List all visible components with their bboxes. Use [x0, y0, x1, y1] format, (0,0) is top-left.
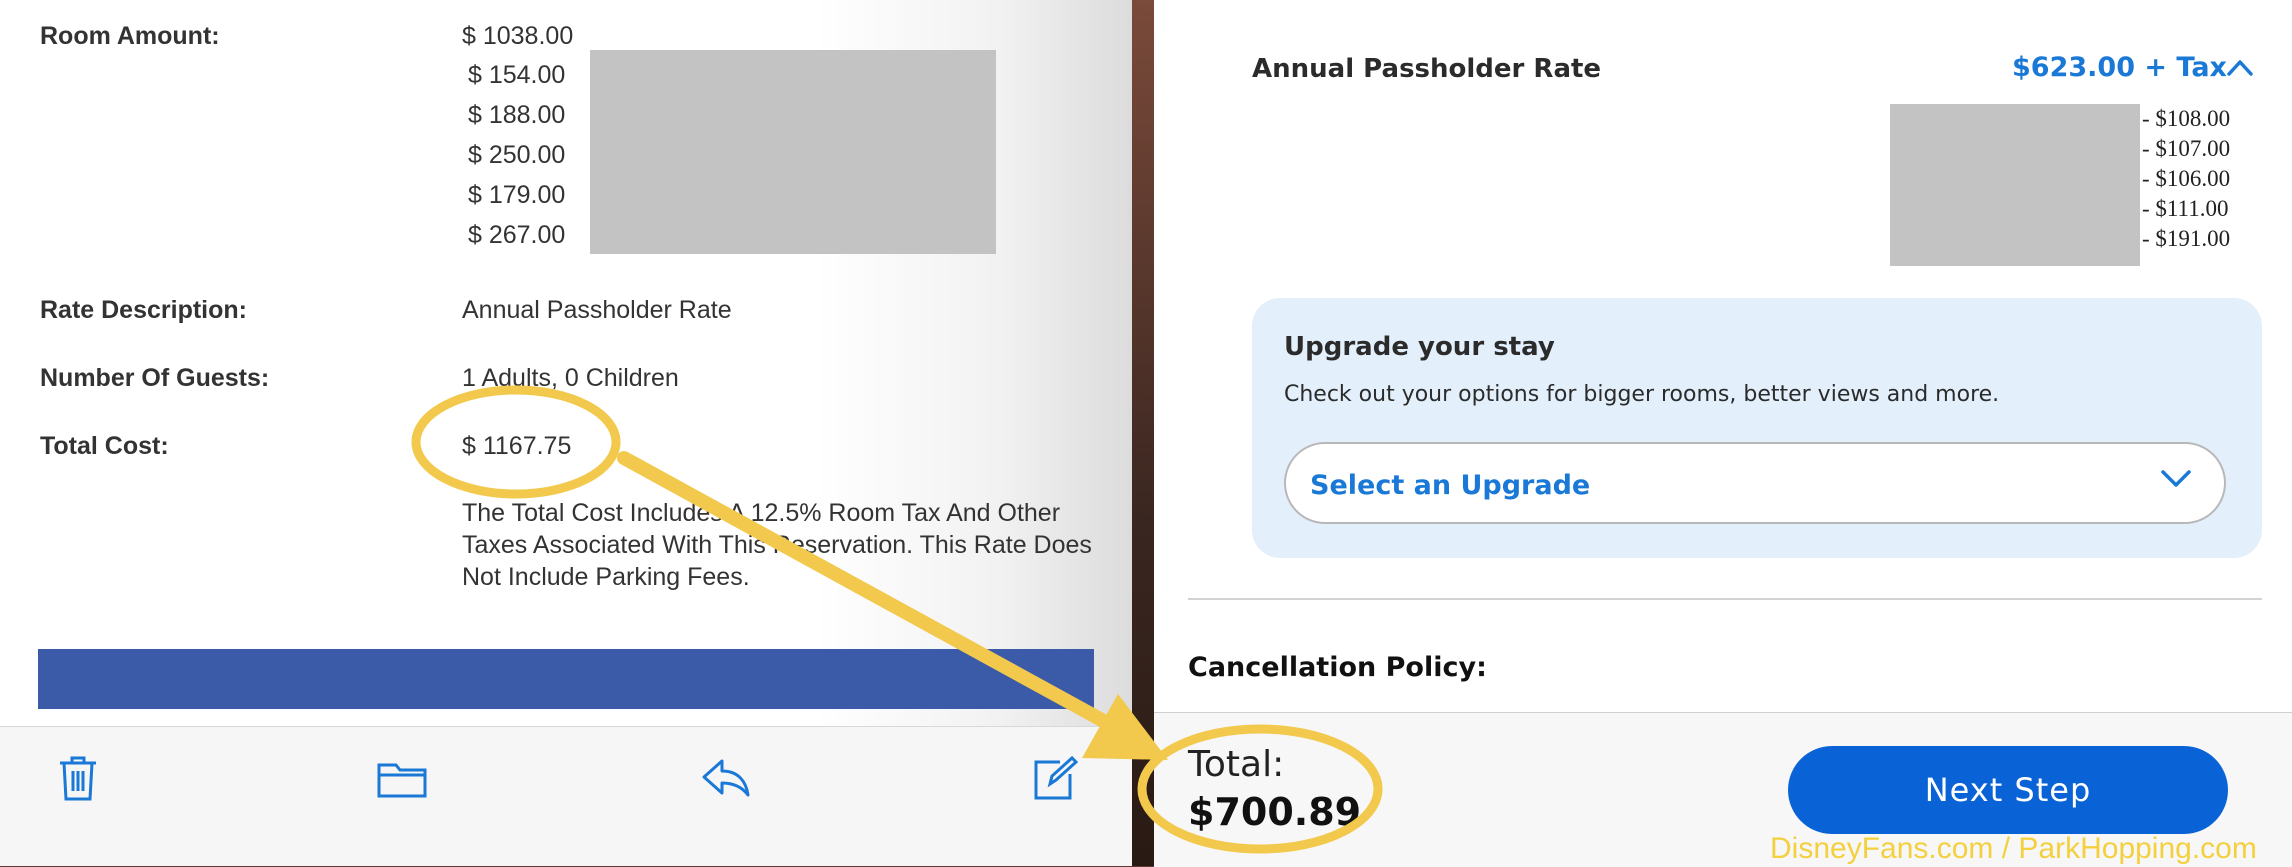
room-amount-total: $ 1038.00	[462, 22, 574, 50]
reply-icon	[702, 759, 750, 797]
redacted-dates-block	[1890, 104, 2140, 266]
nightly-amount: $ 154.00	[468, 61, 566, 89]
nightly-amount: $ 188.00	[468, 101, 566, 129]
trash-button[interactable]	[46, 746, 110, 810]
compose-button[interactable]	[1022, 746, 1086, 810]
chevron-down-icon[interactable]	[2160, 468, 2192, 490]
rate-description-value: Annual Passholder Rate	[462, 296, 732, 324]
redacted-dates-block	[590, 50, 996, 254]
guests-value: 1 Adults, 0 Children	[462, 364, 679, 392]
reply-button[interactable]	[694, 746, 758, 810]
nightly-discount: - $106.00	[2142, 166, 2231, 191]
nightly-amount: $ 267.00	[468, 221, 566, 249]
rate-name: Annual Passholder Rate	[1252, 54, 1602, 84]
trash-icon	[60, 756, 96, 801]
chevron-up-icon[interactable]	[2226, 58, 2254, 78]
nightly-amount: $ 179.00	[468, 181, 566, 209]
nightly-discount: - $111.00	[2142, 196, 2229, 221]
section-divider	[1188, 598, 2262, 600]
tax-note: The Total Cost Includes A 12.5% Room Tax…	[462, 499, 1092, 591]
rate-price-toggle[interactable]: $623.00 + Tax	[2012, 52, 2227, 83]
email-pane: Room Amount: $ 1038.00 $ 154.00 $ 188.00…	[0, 0, 1132, 866]
nightly-amount: $ 250.00	[468, 141, 566, 169]
nightly-discount: - $107.00	[2142, 136, 2231, 161]
upgrade-select-label[interactable]: Select an Upgrade	[1310, 470, 1590, 501]
compose-icon	[1034, 755, 1078, 800]
next-step-button[interactable]: Next Step	[1788, 746, 2228, 834]
nightly-discount: - $108.00	[2142, 106, 2231, 131]
email-banner	[38, 649, 1094, 709]
upgrade-description: Check out your options for bigger rooms,…	[1284, 382, 2000, 407]
watermark: DisneyFans.com / ParkHopping.com	[1770, 832, 2257, 865]
folder-icon	[377, 763, 427, 798]
mail-toolbar	[0, 726, 1132, 866]
guests-label: Number Of Guests:	[40, 364, 270, 392]
split-view-divider[interactable]	[1132, 0, 1154, 866]
room-amount-label: Room Amount:	[40, 22, 220, 50]
total-cost-value: $ 1167.75	[462, 432, 572, 460]
total-label: Total:	[1188, 744, 1285, 785]
cancellation-policy-title: Cancellation Policy:	[1188, 652, 1487, 683]
total-value: $700.89	[1188, 790, 1362, 834]
move-to-folder-button[interactable]	[370, 746, 434, 810]
total-cost-label: Total Cost:	[40, 432, 169, 460]
upgrade-title: Upgrade your stay	[1284, 332, 1555, 362]
rate-description-label: Rate Description:	[40, 296, 247, 324]
nightly-discount: - $191.00	[2142, 226, 2231, 251]
